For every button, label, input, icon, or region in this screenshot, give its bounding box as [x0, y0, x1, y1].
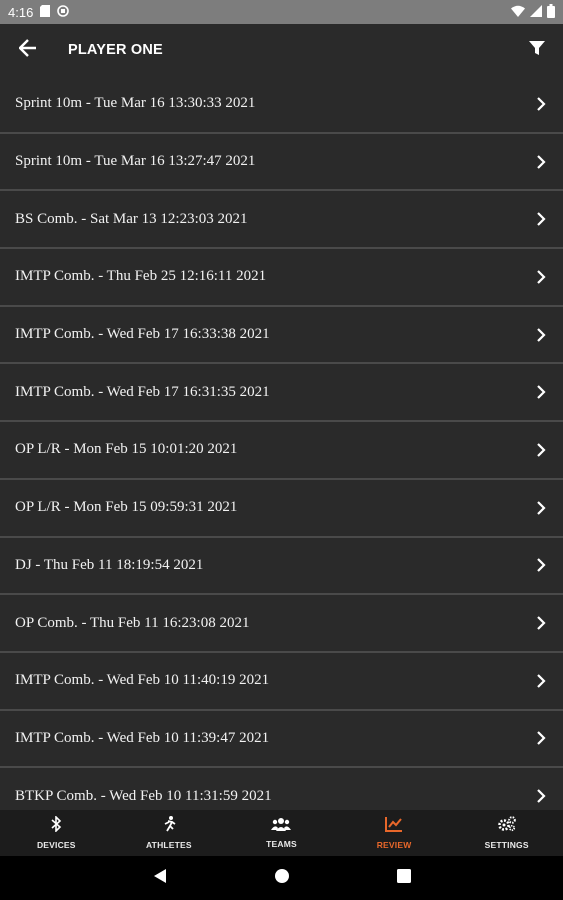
session-label: IMTP Comb. - Wed Feb 17 16:33:38 2021 [15, 326, 270, 343]
session-label: BS Comb. - Sat Mar 13 12:23:03 2021 [15, 210, 248, 227]
session-row[interactable]: DJ - Thu Feb 11 18:19:54 2021 [0, 537, 563, 596]
session-row[interactable]: IMTP Comb. - Thu Feb 25 12:16:11 2021 [0, 249, 563, 307]
circle-home-icon [274, 868, 290, 889]
session-row[interactable]: OP L/R - Mon Feb 15 09:59:31 2021 [0, 479, 563, 538]
chevron-right-icon [533, 211, 549, 227]
gears-icon [497, 816, 516, 837]
session-label: IMTP Comb. - Wed Feb 10 11:39:47 2021 [15, 729, 270, 746]
running-person-icon [161, 816, 177, 837]
bottom-nav: DEVICES ATHLETES TEAMS REVIEW SETTINGS [0, 810, 563, 856]
chevron-right-icon [533, 500, 549, 516]
session-row[interactable]: BS Comb. - Sat Mar 13 12:23:03 2021 [0, 191, 563, 250]
session-row[interactable]: BTKP Comb. - Wed Feb 10 11:31:59 2021 [0, 768, 563, 810]
battery-icon [547, 3, 555, 21]
session-row[interactable]: IMTP Comb. - Wed Feb 17 16:33:38 2021 [0, 306, 563, 365]
filter-icon [529, 40, 545, 61]
chevron-right-icon [533, 96, 549, 112]
session-label: OP Comb. - Thu Feb 11 16:23:08 2021 [15, 614, 250, 631]
session-label: IMTP Comb. - Wed Feb 17 16:31:35 2021 [15, 383, 270, 400]
nav-review[interactable]: REVIEW [338, 810, 451, 856]
signal-icon [530, 4, 542, 20]
wifi-icon [511, 5, 525, 20]
chevron-right-icon [533, 788, 549, 804]
filter-button[interactable] [511, 24, 563, 76]
system-back-button[interactable] [145, 863, 175, 893]
session-row[interactable]: IMTP Comb. - Wed Feb 17 16:31:35 2021 [0, 364, 563, 423]
nav-devices[interactable]: DEVICES [0, 810, 113, 856]
chevron-right-icon [533, 384, 549, 400]
arrow-left-icon [18, 38, 37, 62]
chevron-right-icon [533, 615, 549, 631]
back-button[interactable] [0, 24, 56, 76]
chevron-right-icon [533, 673, 549, 689]
session-row[interactable]: Sprint 10m - Tue Mar 16 13:27:47 2021 [0, 133, 563, 192]
session-label: Sprint 10m - Tue Mar 16 13:30:33 2021 [15, 95, 256, 112]
page-title: PLAYER ONE [68, 42, 163, 58]
vpn-icon [57, 4, 70, 20]
nav-label: REVIEW [376, 840, 412, 850]
nav-teams[interactable]: TEAMS [225, 810, 338, 856]
session-label: Sprint 10m - Tue Mar 16 13:27:47 2021 [15, 153, 256, 170]
status-bar: 4:16 [0, 0, 563, 24]
chevron-right-icon [533, 557, 549, 573]
system-nav-bar [0, 856, 563, 900]
chevron-right-icon [533, 269, 549, 285]
nav-label: DEVICES [36, 840, 76, 850]
bluetooth-icon [50, 815, 62, 837]
nav-label: SETTINGS [484, 840, 529, 850]
triangle-back-icon [153, 868, 167, 889]
nav-settings[interactable]: SETTINGS [450, 810, 563, 856]
session-list[interactable]: Sprint 10m - Tue Mar 16 13:30:33 2021 Sp… [0, 76, 563, 810]
system-recents-button[interactable] [389, 863, 419, 893]
chevron-right-icon [533, 154, 549, 170]
chevron-right-icon [533, 442, 549, 458]
session-row[interactable]: IMTP Comb. - Wed Feb 10 11:39:47 2021 [0, 710, 563, 769]
session-label: OP L/R - Mon Feb 15 10:01:20 2021 [15, 441, 238, 458]
session-label: DJ - Thu Feb 11 18:19:54 2021 [15, 556, 204, 573]
chevron-right-icon [533, 730, 549, 746]
session-label: OP L/R - Mon Feb 15 09:59:31 2021 [15, 499, 238, 516]
session-label: IMTP Comb. - Thu Feb 25 12:16:11 2021 [15, 268, 267, 285]
session-row[interactable]: Sprint 10m - Tue Mar 16 13:30:33 2021 [0, 76, 563, 134]
nav-athletes[interactable]: ATHLETES [113, 810, 226, 856]
session-row[interactable]: OP Comb. - Thu Feb 11 16:23:08 2021 [0, 595, 563, 653]
nav-label: ATHLETES [145, 840, 192, 850]
status-time: 4:16 [8, 4, 34, 20]
session-label: IMTP Comb. - Wed Feb 10 11:40:19 2021 [15, 672, 270, 689]
system-home-button[interactable] [267, 863, 297, 893]
chevron-right-icon [533, 327, 549, 343]
session-label: BTKP Comb. - Wed Feb 10 11:31:59 2021 [15, 787, 272, 804]
session-row[interactable]: IMTP Comb. - Wed Feb 10 11:40:19 2021 [0, 652, 563, 711]
square-recents-icon [396, 868, 411, 888]
users-icon [271, 817, 292, 836]
session-row[interactable]: OP L/R - Mon Feb 15 10:01:20 2021 [0, 422, 563, 480]
sd-card-icon [40, 4, 51, 20]
chart-line-icon [385, 816, 403, 837]
app-bar: PLAYER ONE [0, 24, 563, 76]
nav-label: TEAMS [266, 839, 297, 849]
